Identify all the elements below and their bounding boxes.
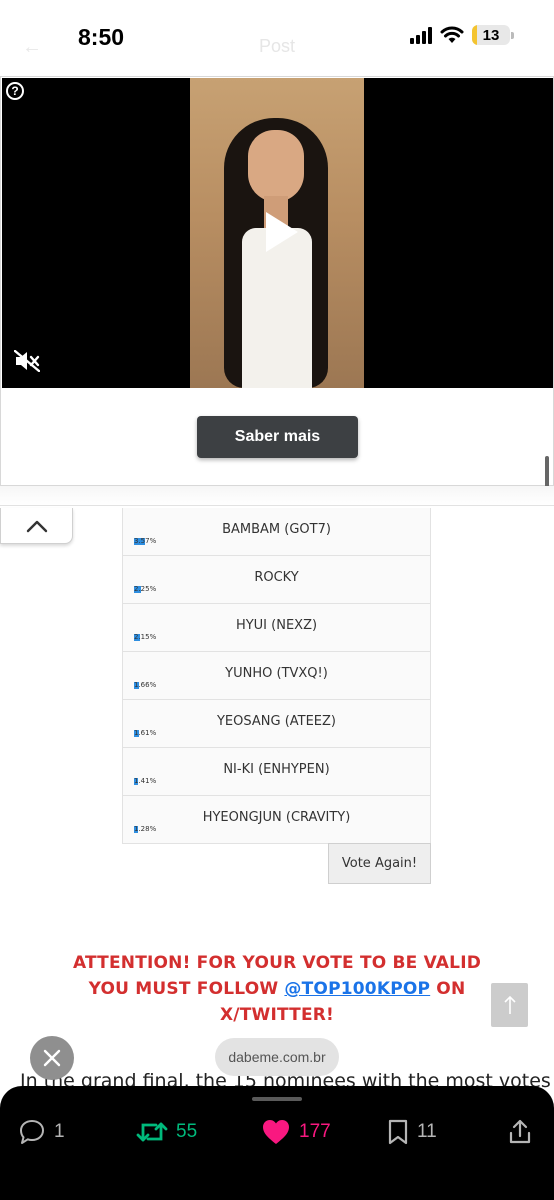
attention-line-1: ATTENTION! FOR YOUR VOTE TO BE VALID xyxy=(72,953,482,973)
vote-again-button[interactable]: Vote Again! xyxy=(328,843,431,884)
wifi-icon xyxy=(440,26,464,43)
repost-button[interactable]: 55 xyxy=(136,1118,197,1146)
status-bar: ← Post 8:50 13 xyxy=(0,0,554,76)
bookmark-icon xyxy=(388,1119,408,1145)
poll-percent: 1.28% xyxy=(134,825,157,833)
post-action-bar: 1 55 177 11 xyxy=(0,1086,554,1200)
battery-icon: 13 xyxy=(472,25,514,45)
poll-row: HYEONGJUN (CRAVITY) 1.28% xyxy=(122,796,431,844)
url-pill[interactable]: dabeme.com.br xyxy=(215,1038,339,1076)
bookmark-count: 11 xyxy=(417,1121,437,1142)
poll-results: BAMBAM (GOT7) 3.57% ROCKY 2.25% HYUI (NE… xyxy=(122,508,431,844)
heart-icon xyxy=(263,1120,289,1144)
poll-row: YEOSANG (ATEEZ) 1.61% xyxy=(122,700,431,748)
status-icons: 13 xyxy=(410,25,514,45)
ad-container: ? Saber mais xyxy=(0,76,554,486)
help-icon[interactable]: ? xyxy=(6,82,24,100)
poll-percent: 1.61% xyxy=(134,729,157,737)
ad-video[interactable]: ? xyxy=(2,78,553,388)
share-button[interactable] xyxy=(508,1118,532,1146)
battery-level: 13 xyxy=(482,26,500,44)
poll-row: YUNHO (TVXQ!) 1.66% xyxy=(122,652,431,700)
poll-option-name: ROCKY xyxy=(254,570,299,585)
attention-notice: ATTENTION! FOR YOUR VOTE TO BE VALID YOU… xyxy=(60,950,494,1028)
poll-option-name: BAMBAM (GOT7) xyxy=(222,522,331,537)
like-count: 177 xyxy=(299,1121,331,1142)
poll-percent: 3.57% xyxy=(134,537,157,545)
poll-option-name: NI-KI (ENHYPEN) xyxy=(223,762,330,777)
attention-line-3: X/TWITTER! xyxy=(219,1005,335,1025)
mute-icon[interactable] xyxy=(14,350,40,372)
poll-percent: 2.25% xyxy=(134,585,157,593)
scroll-to-top-button[interactable] xyxy=(491,983,528,1027)
poll-option-name: YUNHO (TVXQ!) xyxy=(225,666,328,681)
poll-row: BAMBAM (GOT7) 3.57% xyxy=(122,508,431,556)
twitter-handle-link[interactable]: @TOP100KPOP xyxy=(284,979,430,999)
attention-line-2: YOU MUST FOLLOW @TOP100KPOP ON xyxy=(60,976,494,1002)
poll-row: ROCKY 2.25% xyxy=(122,556,431,604)
poll-row: NI-KI (ENHYPEN) 1.41% xyxy=(122,748,431,796)
bookmark-button[interactable]: 11 xyxy=(387,1118,437,1146)
poll-option-name: HYEONGJUN (CRAVITY) xyxy=(202,810,351,825)
collapse-ad-button[interactable] xyxy=(0,508,73,544)
poll-percent: 2.15% xyxy=(134,633,157,641)
play-icon[interactable] xyxy=(266,212,298,252)
repost-count: 55 xyxy=(176,1121,198,1142)
close-icon xyxy=(43,1049,61,1067)
cellular-signal-icon xyxy=(410,26,432,44)
like-button[interactable]: 177 xyxy=(261,1118,331,1146)
status-time: 8:50 xyxy=(78,24,125,50)
ad-divider xyxy=(0,486,554,506)
poll-percent: 1.66% xyxy=(134,681,157,689)
sheet-grabber[interactable] xyxy=(252,1097,302,1101)
repost-icon xyxy=(136,1122,168,1142)
arrow-up-icon xyxy=(503,995,516,1014)
share-icon xyxy=(509,1119,531,1144)
close-browser-button[interactable] xyxy=(30,1036,74,1080)
chevron-up-icon xyxy=(26,520,47,532)
attention-follow-text: YOU MUST FOLLOW xyxy=(88,979,285,999)
reply-button[interactable]: 1 xyxy=(18,1118,65,1146)
poll-option-name: HYUI (NEXZ) xyxy=(235,618,318,633)
attention-on-text: ON xyxy=(430,979,466,999)
learn-more-button[interactable]: Saber mais xyxy=(197,416,358,458)
reply-count: 1 xyxy=(54,1121,65,1142)
poll-row: HYUI (NEXZ) 2.15% xyxy=(122,604,431,652)
reply-icon xyxy=(20,1120,44,1144)
poll-percent: 1.41% xyxy=(134,777,157,785)
poll-option-name: YEOSANG (ATEEZ) xyxy=(216,714,336,729)
